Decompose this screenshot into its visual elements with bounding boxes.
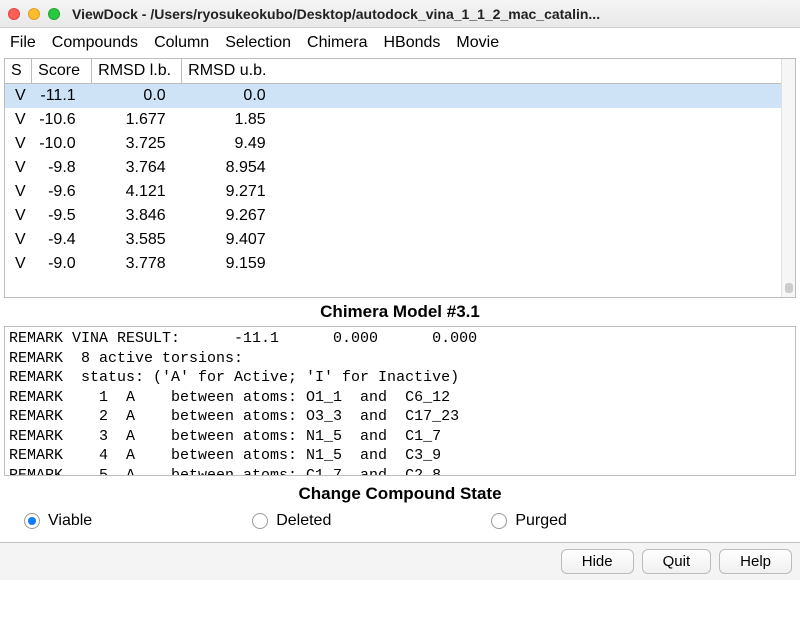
- menu-chimera[interactable]: Chimera: [307, 34, 367, 52]
- table-cell: V: [5, 180, 32, 204]
- table-cell: 8.954: [182, 156, 282, 180]
- table-cell: -9.0: [32, 252, 92, 276]
- table-cell: 9.407: [182, 228, 282, 252]
- table-row[interactable]: V-9.53.8469.267: [5, 204, 795, 228]
- table-cell: 3.585: [92, 228, 182, 252]
- table-cell: 1.85: [182, 108, 282, 132]
- table-cell: 3.725: [92, 132, 182, 156]
- table-scrollbar[interactable]: [781, 59, 795, 297]
- table-cell: 3.764: [92, 156, 182, 180]
- menu-compounds[interactable]: Compounds: [52, 34, 138, 52]
- table-row[interactable]: V-10.61.6771.85: [5, 108, 795, 132]
- table-cell: [282, 156, 795, 180]
- table-cell: V: [5, 156, 32, 180]
- radio-icon: [491, 513, 507, 529]
- table-cell: 0.0: [182, 84, 282, 109]
- table-row[interactable]: V-9.03.7789.159: [5, 252, 795, 276]
- titlebar: ViewDock - /Users/ryosukeokubo/Desktop/a…: [0, 0, 800, 28]
- hide-button[interactable]: Hide: [561, 549, 634, 574]
- window-controls: [8, 8, 60, 20]
- table-cell: V: [5, 252, 32, 276]
- table-cell: [282, 108, 795, 132]
- help-button[interactable]: Help: [719, 549, 792, 574]
- col-header[interactable]: Score: [32, 59, 92, 84]
- radio-label: Deleted: [276, 512, 331, 530]
- state-radio-deleted[interactable]: Deleted: [252, 512, 331, 530]
- table-cell: V: [5, 204, 32, 228]
- table-row[interactable]: V-9.64.1219.271: [5, 180, 795, 204]
- minimize-icon[interactable]: [28, 8, 40, 20]
- state-title: Change Compound State: [0, 476, 800, 508]
- window-title: ViewDock - /Users/ryosukeokubo/Desktop/a…: [72, 6, 792, 22]
- table-cell: -9.6: [32, 180, 92, 204]
- menu-column[interactable]: Column: [154, 34, 209, 52]
- table-cell: V: [5, 228, 32, 252]
- table-row[interactable]: V-10.03.7259.49: [5, 132, 795, 156]
- table-row[interactable]: V-9.43.5859.407: [5, 228, 795, 252]
- table-cell: 0.0: [92, 84, 182, 109]
- table-cell: V: [5, 132, 32, 156]
- results-table: SScoreRMSD l.b.RMSD u.b. V-11.10.00.0V-1…: [4, 58, 796, 298]
- model-title: Chimera Model #3.1: [0, 298, 800, 326]
- table-cell: V: [5, 84, 32, 109]
- menu-movie[interactable]: Movie: [456, 34, 499, 52]
- table-row[interactable]: V-9.83.7648.954: [5, 156, 795, 180]
- close-icon[interactable]: [8, 8, 20, 20]
- table-cell: [282, 204, 795, 228]
- table-cell: 9.159: [182, 252, 282, 276]
- table-cell: 9.267: [182, 204, 282, 228]
- col-header[interactable]: RMSD l.b.: [92, 59, 182, 84]
- menu-hbonds[interactable]: HBonds: [384, 34, 441, 52]
- menu-selection[interactable]: Selection: [225, 34, 291, 52]
- menubar: File Compounds Column Selection Chimera HBond…: [0, 28, 800, 58]
- table-cell: [282, 252, 795, 276]
- zoom-icon[interactable]: [48, 8, 60, 20]
- table-cell: [282, 180, 795, 204]
- radio-icon: [24, 513, 40, 529]
- col-header[interactable]: RMSD u.b.: [182, 59, 282, 84]
- table-cell: 9.271: [182, 180, 282, 204]
- table-cell: [282, 84, 795, 109]
- state-radio-purged[interactable]: Purged: [491, 512, 567, 530]
- radio-label: Viable: [48, 512, 92, 530]
- table-cell: [282, 228, 795, 252]
- table-cell: 4.121: [92, 180, 182, 204]
- table-cell: 3.846: [92, 204, 182, 228]
- table-cell: 9.49: [182, 132, 282, 156]
- table-cell: V: [5, 108, 32, 132]
- col-header-spacer: [282, 59, 795, 84]
- menu-file[interactable]: File: [10, 34, 36, 52]
- table-cell: -9.4: [32, 228, 92, 252]
- state-radio-group: Viable Deleted Purged: [0, 508, 800, 542]
- table-cell: [282, 132, 795, 156]
- quit-button[interactable]: Quit: [642, 549, 712, 574]
- bottom-bar: Hide Quit Help: [0, 542, 800, 580]
- table-cell: -10.6: [32, 108, 92, 132]
- radio-icon: [252, 513, 268, 529]
- col-header[interactable]: S: [5, 59, 32, 84]
- table-cell: -11.1: [32, 84, 92, 109]
- radio-label: Purged: [515, 512, 567, 530]
- table-cell: 3.778: [92, 252, 182, 276]
- table-cell: -10.0: [32, 132, 92, 156]
- table-row[interactable]: V-11.10.00.0: [5, 84, 795, 109]
- remark-box: REMARK VINA RESULT: -11.1 0.000 0.000 RE…: [4, 326, 796, 476]
- table-cell: 1.677: [92, 108, 182, 132]
- state-radio-viable[interactable]: Viable: [24, 512, 92, 530]
- table-cell: -9.5: [32, 204, 92, 228]
- table-cell: -9.8: [32, 156, 92, 180]
